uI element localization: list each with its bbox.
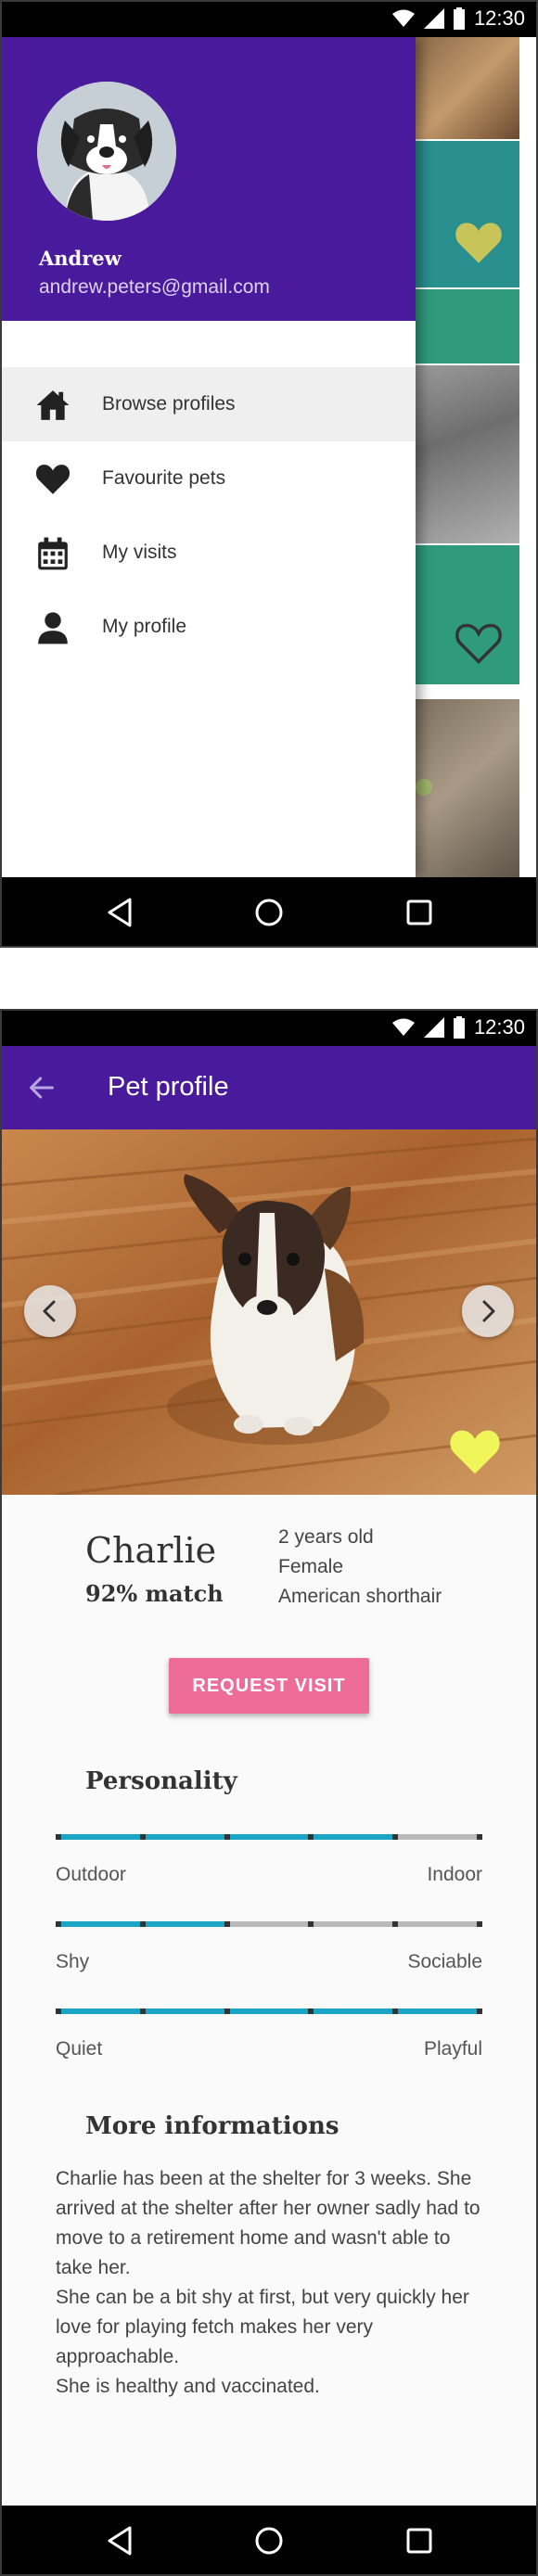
drawer-screen: 12:30 Andrew andrew.peters@gmail.com Bro… bbox=[0, 0, 538, 948]
back-arrow-icon[interactable] bbox=[26, 1072, 58, 1103]
drawer-header: Andrew andrew.peters@gmail.com bbox=[0, 37, 416, 321]
request-visit-button[interactable]: REQUEST VISIT bbox=[169, 1658, 369, 1714]
slider-fill bbox=[56, 2009, 482, 2014]
heart-icon bbox=[455, 223, 502, 263]
menu-label: My visits bbox=[102, 542, 177, 563]
recents-nav-icon[interactable] bbox=[403, 2524, 436, 2557]
recents-nav-icon[interactable] bbox=[403, 896, 436, 929]
heart-icon bbox=[35, 465, 70, 494]
home-nav-icon[interactable] bbox=[252, 896, 286, 929]
slider-tick bbox=[477, 2009, 482, 2014]
avatar[interactable] bbox=[37, 82, 176, 221]
menu-item-browse-profiles[interactable]: Browse profiles bbox=[0, 367, 416, 441]
dog-avatar-illustration bbox=[37, 82, 176, 221]
slider-left-label: Shy bbox=[56, 1951, 90, 1972]
pet-card bbox=[416, 141, 519, 287]
status-time: 12:30 bbox=[473, 1015, 525, 1039]
personality-slider-quiet-playful[interactable] bbox=[56, 1997, 482, 2025]
description-paragraph: Charlie has been at the shelter for 3 we… bbox=[56, 2168, 480, 2278]
pet-name: Charlie bbox=[85, 1530, 217, 1571]
signal-icon bbox=[423, 1017, 444, 1038]
pet-card bbox=[416, 545, 519, 684]
slider-tick bbox=[308, 2009, 314, 2014]
slider-tick bbox=[392, 1921, 398, 1927]
slider-tick bbox=[308, 1921, 314, 1927]
pet-details: Charlie 92% match 2 years old Female Ame… bbox=[0, 1495, 538, 2506]
back-nav-icon[interactable] bbox=[104, 896, 137, 929]
slider-tick bbox=[308, 1834, 314, 1840]
menu-item-my-profile[interactable]: My profile bbox=[0, 590, 416, 664]
user-name: Andrew bbox=[39, 247, 122, 270]
cat-eye bbox=[416, 779, 432, 796]
pet-card-image bbox=[416, 699, 519, 877]
slider-tick bbox=[392, 1834, 398, 1840]
pet-card-image bbox=[416, 365, 519, 543]
heart-outline-icon bbox=[455, 623, 502, 664]
pet-profile-screen: 12:30 Pet profile Charlie 92% match 2 ye… bbox=[0, 1009, 538, 2576]
slider-tick bbox=[56, 2009, 61, 2014]
slider-tick bbox=[56, 1921, 61, 1927]
slider-right-label: Sociable bbox=[407, 1951, 482, 1972]
home-nav-icon[interactable] bbox=[252, 2524, 286, 2557]
app-bar: Pet profile bbox=[0, 1046, 538, 1129]
slider-left-label: Outdoor bbox=[56, 1864, 126, 1885]
match-score: 92% match bbox=[85, 1580, 224, 1607]
status-bar: 12:30 bbox=[0, 1009, 538, 1046]
wifi-icon bbox=[391, 9, 415, 27]
home-icon bbox=[36, 390, 70, 420]
back-nav-icon[interactable] bbox=[104, 2524, 137, 2557]
personality-heading: Personality bbox=[85, 1767, 237, 1795]
description-paragraph: She is healthy and vaccinated. bbox=[56, 2376, 320, 2397]
slider-tick bbox=[140, 1834, 146, 1840]
pet-sex: Female bbox=[278, 1556, 344, 1577]
battery-icon bbox=[453, 7, 465, 30]
slider-tick bbox=[224, 1921, 230, 1927]
chevron-left-icon bbox=[43, 1300, 56, 1322]
slider-tick bbox=[224, 1834, 230, 1840]
slider-tick bbox=[477, 1921, 482, 1927]
navigation-drawer: Andrew andrew.peters@gmail.com Browse pr… bbox=[0, 37, 416, 877]
system-nav-bar bbox=[0, 877, 538, 948]
status-bar: 12:30 bbox=[0, 0, 538, 37]
favourite-heart-icon[interactable] bbox=[449, 1428, 501, 1476]
page-title: Pet profile bbox=[108, 1072, 229, 1102]
menu-label: Favourite pets bbox=[102, 467, 226, 489]
wifi-icon bbox=[391, 1018, 415, 1036]
description-paragraph: She can be a bit shy at first, but very … bbox=[56, 2287, 469, 2367]
user-email: andrew.peters@gmail.com bbox=[39, 276, 270, 298]
background-pet-list bbox=[416, 37, 538, 877]
menu-item-my-visits[interactable]: My visits bbox=[0, 516, 416, 590]
status-time: 12:30 bbox=[473, 6, 525, 30]
menu-label: Browse profiles bbox=[102, 393, 236, 414]
slider-right-label: Indoor bbox=[427, 1864, 482, 1885]
battery-icon bbox=[453, 1016, 465, 1039]
slider-tick bbox=[477, 1834, 482, 1840]
slider-left-label: Quiet bbox=[56, 2038, 103, 2060]
signal-icon bbox=[423, 8, 444, 29]
pet-card bbox=[416, 289, 519, 363]
slider-right-label: Playful bbox=[423, 2038, 482, 2060]
system-nav-bar bbox=[0, 2506, 538, 2576]
person-icon bbox=[38, 612, 68, 644]
calendar-icon bbox=[38, 537, 68, 570]
slider-tick bbox=[56, 1834, 61, 1840]
next-photo-button[interactable] bbox=[462, 1285, 514, 1337]
personality-slider-outdoor-indoor[interactable] bbox=[56, 1823, 482, 1851]
pet-age: 2 years old bbox=[278, 1526, 374, 1548]
slider-tick bbox=[140, 1921, 146, 1927]
menu-label: My profile bbox=[102, 616, 187, 637]
previous-photo-button[interactable] bbox=[24, 1285, 76, 1337]
slider-tick bbox=[140, 2009, 146, 2014]
pet-description: Charlie has been at the shelter for 3 we… bbox=[56, 2164, 492, 2402]
menu-item-favourite-pets[interactable]: Favourite pets bbox=[0, 441, 416, 516]
personality-slider-shy-sociable[interactable] bbox=[56, 1910, 482, 1938]
more-informations-heading: More informations bbox=[85, 2112, 339, 2140]
pet-breed: American shorthair bbox=[278, 1586, 442, 1607]
chevron-right-icon bbox=[482, 1300, 495, 1322]
slider-tick bbox=[392, 2009, 398, 2014]
pet-card-image bbox=[416, 37, 519, 139]
slider-tick bbox=[224, 2009, 230, 2014]
